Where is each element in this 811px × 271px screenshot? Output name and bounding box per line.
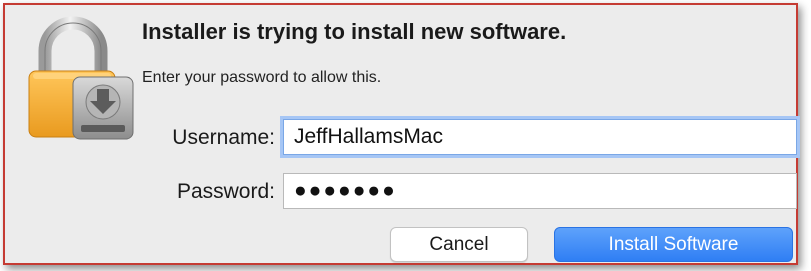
- username-field[interactable]: JeffHallamsMac: [283, 119, 797, 155]
- dialog-subtitle: Enter your password to allow this.: [142, 69, 382, 86]
- dialog-title: Installer is trying to install new softw…: [142, 19, 567, 44]
- password-field[interactable]: ●●●●●●●: [283, 173, 797, 209]
- password-label: Password:: [176, 180, 275, 203]
- installer-lock-icon: [28, 16, 134, 140]
- install-software-button[interactable]: Install Software: [554, 227, 793, 262]
- authentication-dialog: Installer is trying to install new softw…: [3, 3, 798, 265]
- cancel-button[interactable]: Cancel: [390, 227, 528, 262]
- username-label: Username:: [172, 126, 275, 149]
